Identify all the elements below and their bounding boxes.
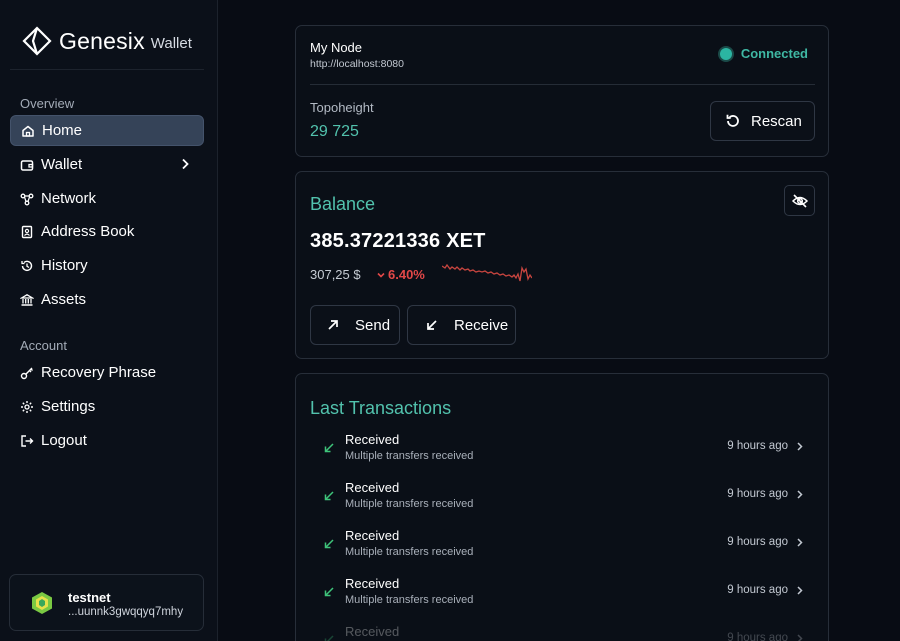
sidebar-item-wallet[interactable]: Wallet (10, 149, 204, 180)
price-change: 6.40% (376, 267, 425, 282)
arrow-down-left-icon (324, 491, 334, 501)
price-change-value: 6.40% (388, 267, 425, 282)
send-button-label: Send (355, 316, 391, 334)
topoheight-value: 29 725 (310, 123, 359, 140)
transaction-type: Received (345, 576, 400, 591)
transaction-type: Received (345, 528, 400, 543)
sidebar-item-label: Assets (41, 291, 87, 308)
balance-title: Balance (310, 194, 376, 214)
transaction-row[interactable]: Received Multiple transfers received 9 h… (310, 480, 815, 520)
hide-balance-button[interactable] (784, 185, 815, 216)
overview-section-label: Overview (20, 96, 75, 111)
transactions-title: Last Transactions (310, 398, 452, 418)
node-url: http://localhost:8080 (310, 58, 404, 70)
topoheight-label: Topoheight (310, 100, 374, 115)
key-icon (20, 366, 34, 380)
arrow-down-left-icon (324, 539, 334, 549)
arrow-down-left-icon (324, 443, 334, 453)
sidebar-item-label: Home (42, 122, 83, 139)
divider (10, 69, 204, 70)
price-sparkline (442, 263, 532, 282)
eye-off-icon (791, 193, 808, 208)
address-book-icon (20, 225, 34, 239)
logout-icon (20, 434, 34, 448)
chevron-down-icon (377, 272, 385, 278)
avatar (32, 592, 52, 614)
balance-card: Balance 385.37221336 XET 307,25 $ 6.40% … (295, 171, 829, 359)
rescan-button-label: Rescan (751, 112, 802, 130)
transaction-description: Multiple transfers received (345, 594, 474, 606)
node-card: My Node http://localhost:8080 Connected … (295, 25, 829, 157)
transaction-row[interactable]: Received Multiple transfers received 9 h… (310, 432, 815, 472)
transaction-time: 9 hours ago (727, 488, 788, 500)
sidebar-item-address-book[interactable]: Address Book (10, 216, 204, 247)
brand-name: Genesix (59, 27, 145, 54)
history-icon (20, 259, 34, 273)
sidebar-item-logout[interactable]: Logout (10, 425, 204, 456)
transaction-type: Received (345, 480, 400, 495)
gear-icon (20, 400, 34, 414)
receive-button-label: Receive (454, 316, 509, 334)
transaction-type: Received (345, 624, 400, 639)
transaction-description: Multiple transfers received (345, 498, 474, 510)
account-switcher[interactable]: testnet ...uunnk3gwqqyq7mhy (9, 574, 204, 631)
transaction-row[interactable]: Received 9 hours ago (310, 624, 815, 641)
bank-icon (20, 293, 34, 307)
sidebar-item-network[interactable]: Network (10, 183, 204, 214)
transaction-time: 9 hours ago (727, 584, 788, 596)
transaction-description: Multiple transfers received (345, 546, 474, 558)
transaction-time: 9 hours ago (727, 440, 788, 452)
sidebar-item-assets[interactable]: Assets (10, 284, 204, 315)
account-section-label: Account (20, 338, 67, 353)
sidebar-item-label: Logout (41, 432, 87, 449)
genesix-logo-icon (22, 26, 52, 56)
arrow-down-left-icon (427, 320, 437, 330)
app-logo[interactable]: Genesix Wallet (22, 24, 192, 58)
sidebar-item-label: Settings (41, 398, 96, 415)
transaction-row[interactable]: Received Multiple transfers received 9 h… (310, 576, 815, 616)
receive-button[interactable]: Receive (407, 305, 516, 345)
fiat-value: 307,25 $ (310, 267, 361, 282)
transaction-time: 9 hours ago (727, 536, 788, 548)
connection-status-label: Connected (740, 46, 808, 61)
chevron-right-icon (797, 538, 803, 547)
chevron-right-icon (797, 634, 803, 641)
transactions-card: Last Transactions Received Multiple tran… (295, 373, 829, 641)
brand-sub: Wallet (150, 34, 192, 52)
sidebar-item-label: Network (41, 190, 97, 207)
transaction-row[interactable]: Received Multiple transfers received 9 h… (310, 528, 815, 568)
sidebar-item-history[interactable]: History (10, 250, 204, 281)
chevron-right-icon (797, 490, 803, 499)
arrow-down-left-icon (324, 635, 334, 641)
balance-amount: 385.37221336 XET (310, 230, 486, 252)
network-icon (20, 192, 34, 206)
sidebar-item-home[interactable]: Home (10, 115, 204, 146)
sidebar-item-label: Recovery Phrase (41, 364, 157, 381)
arrow-up-right-icon (328, 320, 338, 330)
chevron-right-icon (797, 442, 803, 451)
send-button[interactable]: Send (310, 305, 400, 345)
rotate-ccw-icon (726, 114, 739, 127)
node-title: My Node (310, 40, 363, 55)
account-address: ...uunnk3gwqqyq7mhy (68, 606, 184, 618)
sidebar-item-settings[interactable]: Settings (10, 391, 204, 422)
sidebar-item-label: Wallet (41, 156, 83, 173)
transaction-type: Received (345, 432, 400, 447)
transaction-time: 9 hours ago (727, 632, 788, 641)
sidebar-item-label: Address Book (41, 223, 135, 240)
sidebar-item-label: History (41, 257, 88, 274)
sidebar-item-recovery-phrase[interactable]: Recovery Phrase (10, 357, 204, 388)
chevron-right-icon (797, 586, 803, 595)
rescan-button[interactable]: Rescan (710, 101, 815, 141)
arrow-down-left-icon (324, 587, 334, 597)
chevron-right-icon (182, 158, 189, 170)
account-name: testnet (68, 590, 111, 605)
status-dot-icon (719, 47, 732, 60)
sidebar: Genesix Wallet Overview Home Wallet Netw… (0, 0, 218, 641)
transaction-description: Multiple transfers received (345, 450, 474, 462)
home-icon (21, 124, 35, 138)
wallet-icon (20, 158, 34, 172)
connection-status: Connected (719, 46, 808, 61)
divider (310, 84, 815, 85)
